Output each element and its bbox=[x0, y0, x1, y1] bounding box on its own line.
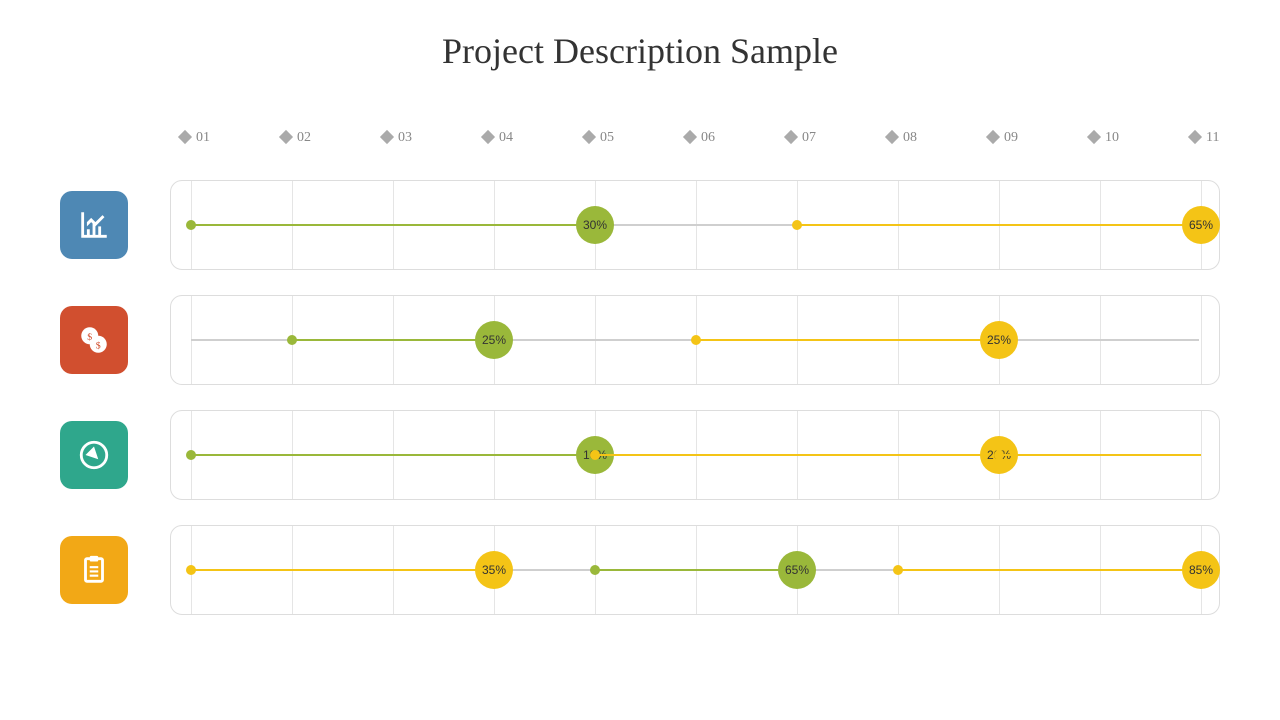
x-tick-label: 08 bbox=[903, 130, 917, 145]
diamond-icon bbox=[481, 130, 495, 144]
segment-start-dot bbox=[792, 220, 802, 230]
segment-label: 30% bbox=[583, 218, 607, 232]
x-tick: 10 bbox=[1089, 130, 1119, 146]
segment-start-dot bbox=[590, 450, 600, 460]
diamond-icon bbox=[279, 130, 293, 144]
x-tick-label: 03 bbox=[398, 130, 412, 145]
segment-start-dot bbox=[186, 450, 196, 460]
x-tick: 03 bbox=[382, 130, 412, 146]
segment-start-dot bbox=[994, 450, 1004, 460]
segment-bubble: 85% bbox=[1182, 551, 1220, 589]
segment-bar bbox=[191, 454, 595, 456]
x-tick: 05 bbox=[584, 130, 614, 146]
segment-bubble: 65% bbox=[1182, 206, 1220, 244]
grid-line bbox=[1201, 411, 1202, 499]
segment-bar bbox=[797, 224, 1201, 226]
segment-label: 85% bbox=[1189, 563, 1213, 577]
segment-bar bbox=[292, 339, 494, 341]
diamond-icon bbox=[1188, 130, 1202, 144]
x-tick-label: 06 bbox=[701, 130, 715, 145]
x-tick: 07 bbox=[786, 130, 816, 146]
segment-bubble: 30% bbox=[576, 206, 614, 244]
timeline-row: 30% 65% bbox=[170, 180, 1220, 270]
segment-bar bbox=[191, 224, 595, 226]
coins-icon bbox=[60, 306, 128, 374]
segment-bar bbox=[696, 339, 999, 341]
diamond-icon bbox=[784, 130, 798, 144]
segment-start-dot bbox=[186, 565, 196, 575]
segment-start-dot bbox=[287, 335, 297, 345]
diamond-icon bbox=[683, 130, 697, 144]
grid-line bbox=[1201, 296, 1202, 384]
x-tick-label: 07 bbox=[802, 130, 816, 145]
segment-start-dot bbox=[186, 220, 196, 230]
segment-bar bbox=[595, 454, 999, 456]
segment-label: 25% bbox=[987, 333, 1011, 347]
x-tick-label: 05 bbox=[600, 130, 614, 145]
diamond-icon bbox=[178, 130, 192, 144]
x-axis-header: 01 02 03 04 05 06 07 08 09 10 11 bbox=[170, 130, 1220, 160]
segment-bubble: 25% bbox=[475, 321, 513, 359]
compass-icon bbox=[60, 421, 128, 489]
segment-bubble: 65% bbox=[778, 551, 816, 589]
x-tick: 01 bbox=[180, 130, 210, 146]
x-tick-label: 04 bbox=[499, 130, 513, 145]
chart-growth-icon bbox=[60, 191, 128, 259]
segment-bar bbox=[898, 569, 1201, 571]
segment-bar bbox=[595, 569, 797, 571]
timeline-row: 10%20% bbox=[170, 410, 1220, 500]
x-tick: 08 bbox=[887, 130, 917, 146]
segment-bubble: 25% bbox=[980, 321, 1018, 359]
x-tick: 02 bbox=[281, 130, 311, 146]
segment-start-dot bbox=[893, 565, 903, 575]
x-tick-label: 01 bbox=[196, 130, 210, 145]
chart-area: 01 02 03 04 05 06 07 08 09 10 11 30% 65% 25% 25% 10%20… bbox=[60, 130, 1220, 680]
segment-bubble: 35% bbox=[475, 551, 513, 589]
timeline-row: 35% 65% 85% bbox=[170, 525, 1220, 615]
diamond-icon bbox=[885, 130, 899, 144]
page-title: Project Description Sample bbox=[0, 0, 1280, 72]
segment-label: 25% bbox=[482, 333, 506, 347]
clipboard-icon bbox=[60, 536, 128, 604]
segment-bar bbox=[191, 569, 494, 571]
segment-bar bbox=[999, 454, 1201, 456]
x-tick-label: 11 bbox=[1206, 130, 1219, 145]
x-tick: 06 bbox=[685, 130, 715, 146]
x-tick: 04 bbox=[483, 130, 513, 146]
segment-label: 35% bbox=[482, 563, 506, 577]
x-tick-label: 02 bbox=[297, 130, 311, 145]
x-tick: 09 bbox=[988, 130, 1018, 146]
diamond-icon bbox=[1087, 130, 1101, 144]
segment-start-dot bbox=[691, 335, 701, 345]
segment-start-dot bbox=[590, 565, 600, 575]
segment-label: 65% bbox=[1189, 218, 1213, 232]
segment-label: 65% bbox=[785, 563, 809, 577]
x-tick-label: 09 bbox=[1004, 130, 1018, 145]
diamond-icon bbox=[582, 130, 596, 144]
diamond-icon bbox=[380, 130, 394, 144]
diamond-icon bbox=[986, 130, 1000, 144]
x-tick-label: 10 bbox=[1105, 130, 1119, 145]
timeline-row: 25% 25% bbox=[170, 295, 1220, 385]
x-tick: 11 bbox=[1190, 130, 1219, 146]
